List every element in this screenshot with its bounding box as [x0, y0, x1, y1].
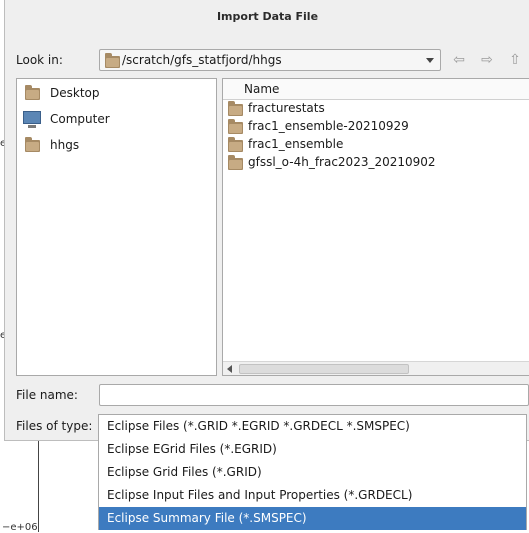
- file-type-option[interactable]: Eclipse Files (*.GRID *.EGRID *.GRDECL *…: [99, 415, 526, 438]
- folder-icon: [105, 53, 120, 68]
- look-in-path: /scratch/gfs_statfjord/hhgs: [122, 53, 282, 67]
- sidebar-item-hhgs[interactable]: hhgs: [17, 134, 216, 158]
- folder-icon: [228, 155, 243, 170]
- file-type-option[interactable]: Eclipse EGrid Files (*.EGRID): [99, 438, 526, 461]
- look-in-label: Look in:: [16, 53, 63, 67]
- file-name-input[interactable]: [99, 384, 529, 406]
- background-plot-axis: [38, 440, 39, 532]
- file-type-option[interactable]: Eclipse Input Files and Input Properties…: [99, 484, 526, 507]
- list-item[interactable]: frac1_ensemble: [223, 136, 529, 154]
- file-type-option-selected[interactable]: Eclipse Summary File (*.SMSPEC): [99, 507, 526, 530]
- sidebar-item-desktop[interactable]: Desktop: [17, 82, 216, 106]
- list-item[interactable]: fracturestats: [223, 100, 529, 118]
- file-type-option[interactable]: Eclipse Grid Files (*.GRID): [99, 461, 526, 484]
- places-sidebar: Desktop Computer hhgs: [16, 78, 217, 376]
- look-in-combobox[interactable]: /scratch/gfs_statfjord/hhgs: [99, 49, 441, 71]
- horizontal-scrollbar[interactable]: [223, 361, 529, 375]
- sidebar-item-computer[interactable]: Computer: [17, 108, 216, 132]
- files-of-type-label: Files of type:: [16, 419, 93, 433]
- folder-icon: [228, 137, 243, 152]
- folder-icon: [228, 101, 243, 116]
- sidebar-item-label: hhgs: [50, 138, 80, 152]
- sidebar-item-label: Computer: [50, 112, 110, 126]
- background-tick-label: −e+06: [2, 522, 38, 533]
- scrollbar-thumb[interactable]: [239, 364, 409, 374]
- chevron-down-icon: [426, 58, 434, 63]
- parent-directory-button[interactable]: ⇧: [505, 50, 525, 70]
- back-button[interactable]: ⇦: [449, 50, 469, 70]
- column-header-name[interactable]: Name: [223, 79, 529, 100]
- file-name-label: File name:: [16, 388, 78, 402]
- folder-icon: [25, 137, 40, 152]
- folder-icon: [25, 85, 40, 100]
- list-item[interactable]: frac1_ensemble-20210929: [223, 118, 529, 136]
- dialog-title: Import Data File: [216, 10, 319, 23]
- file-list: Name fracturestats frac1_ensemble-202109…: [222, 78, 529, 376]
- forward-button[interactable]: ⇨: [477, 50, 497, 70]
- sidebar-item-label: Desktop: [50, 86, 100, 100]
- list-item[interactable]: gfssl_o-4h_frac2023_20210902: [223, 154, 529, 172]
- scroll-left-arrow-icon[interactable]: [227, 365, 232, 373]
- import-data-file-dialog: Import Data File Look in: /scratch/gfs_s…: [4, 0, 529, 441]
- computer-icon: [23, 111, 41, 128]
- file-type-dropdown-list: Eclipse Files (*.GRID *.EGRID *.GRDECL *…: [98, 414, 527, 530]
- folder-icon: [228, 119, 243, 134]
